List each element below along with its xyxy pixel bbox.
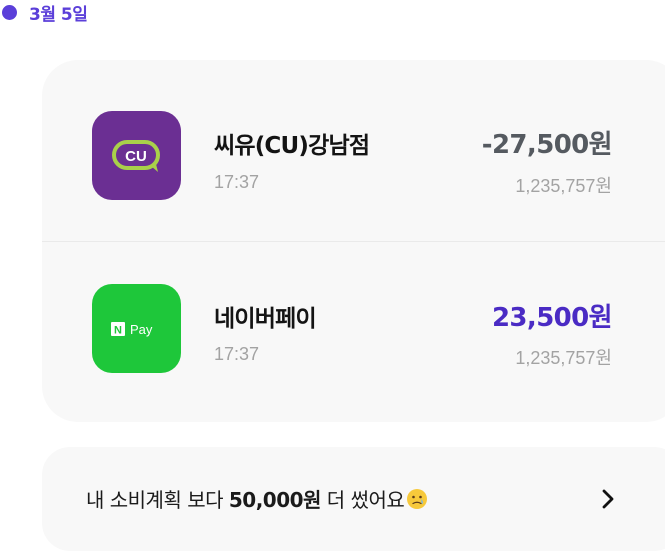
date-dot-icon — [2, 4, 17, 20]
merchant-name: 씨유(CU)강남점 — [214, 133, 370, 159]
balance-after: 1,235,757원 — [515, 348, 612, 368]
budget-message: 내 소비계획 보다 50,000원 더 썼어요 — [86, 484, 428, 513]
balance-after: 1,235,757원 — [515, 176, 612, 196]
transaction-item-cu[interactable]: CU 씨유(CU)강남점 17:37 -27,500원 1,235,757원 — [0, 110, 665, 200]
budget-suffix: 더 썼어요 — [320, 488, 405, 512]
transaction-divider — [42, 241, 665, 242]
transaction-time: 17:37 — [214, 172, 260, 192]
cu-logo-icon: CU — [92, 111, 181, 200]
budget-over-amount: 50,000원 — [228, 488, 322, 512]
transaction-item-naverpay[interactable]: N Pay 네이버페이 17:37 23,500원 1,235,757원 — [0, 283, 665, 373]
chevron-right-icon[interactable] — [596, 485, 620, 513]
svg-text:N: N — [114, 324, 122, 336]
merchant-name: 네이버페이 — [214, 306, 317, 332]
transaction-amount: -27,500원 — [481, 130, 613, 160]
date-header: 3월 5일 — [0, 0, 88, 25]
svg-text:CU: CU — [125, 148, 147, 165]
date-label: 3월 5일 — [29, 4, 88, 25]
naver-pay-logo-icon: N Pay — [92, 284, 181, 373]
transaction-time: 17:37 — [214, 344, 260, 364]
crying-face-icon — [407, 488, 428, 509]
svg-text:Pay: Pay — [130, 322, 153, 337]
transaction-amount: 23,500원 — [491, 303, 613, 333]
budget-prefix: 내 소비계획 보다 — [86, 488, 229, 512]
